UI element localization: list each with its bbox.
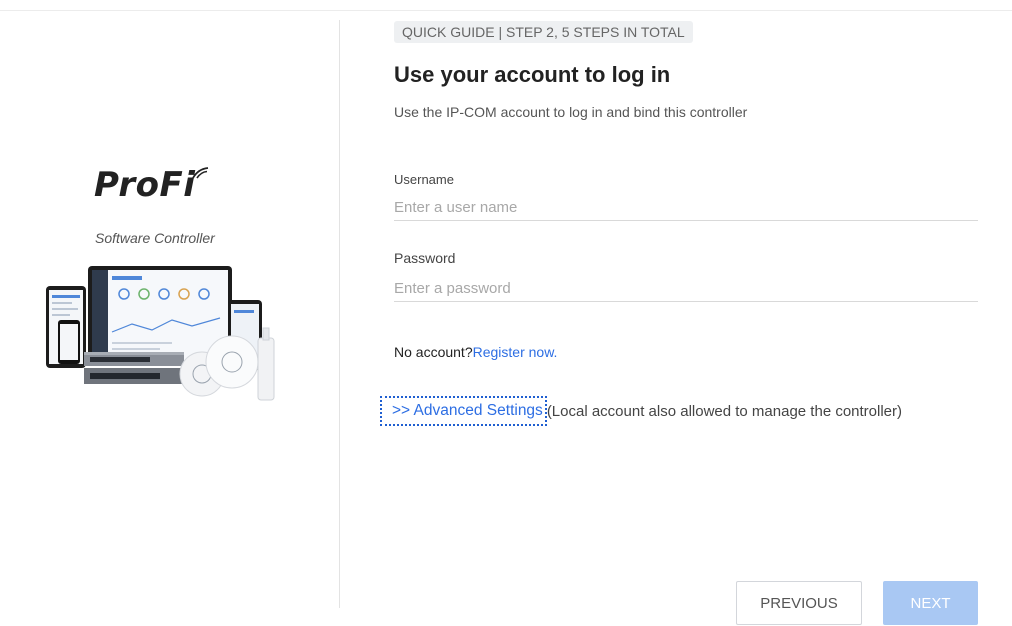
- password-label: Password: [394, 250, 456, 266]
- username-label: Username: [394, 172, 454, 187]
- profi-logo: ProFi: [94, 165, 234, 211]
- no-account-text: No account?: [394, 344, 473, 360]
- advanced-settings-row: >> Advanced Settings (Local account also …: [380, 396, 902, 426]
- wifi-arc-icon: [192, 167, 209, 179]
- page-title: Use your account to log in: [394, 62, 671, 87]
- panel-divider: [339, 20, 340, 608]
- advanced-settings-link[interactable]: >> Advanced Settings: [380, 396, 547, 426]
- logo-text: ProFi: [94, 165, 196, 205]
- step-badge: QUICK GUIDE | STEP 2, 5 STEPS IN TOTAL: [394, 21, 693, 43]
- page-subtitle: Use the IP-COM account to log in and bin…: [394, 104, 748, 120]
- password-input[interactable]: [394, 275, 978, 302]
- devices-illustration: [46, 266, 275, 401]
- previous-button[interactable]: PREVIOUS: [736, 581, 862, 625]
- brand-subtitle: Software Controller: [95, 230, 215, 246]
- username-input[interactable]: [394, 194, 978, 221]
- advanced-settings-note: (Local account also allowed to manage th…: [546, 402, 903, 420]
- register-prompt: No account?Register now.: [394, 344, 557, 360]
- register-link[interactable]: Register now.: [473, 344, 558, 360]
- next-button[interactable]: NEXT: [883, 581, 978, 625]
- top-divider: [0, 10, 1012, 11]
